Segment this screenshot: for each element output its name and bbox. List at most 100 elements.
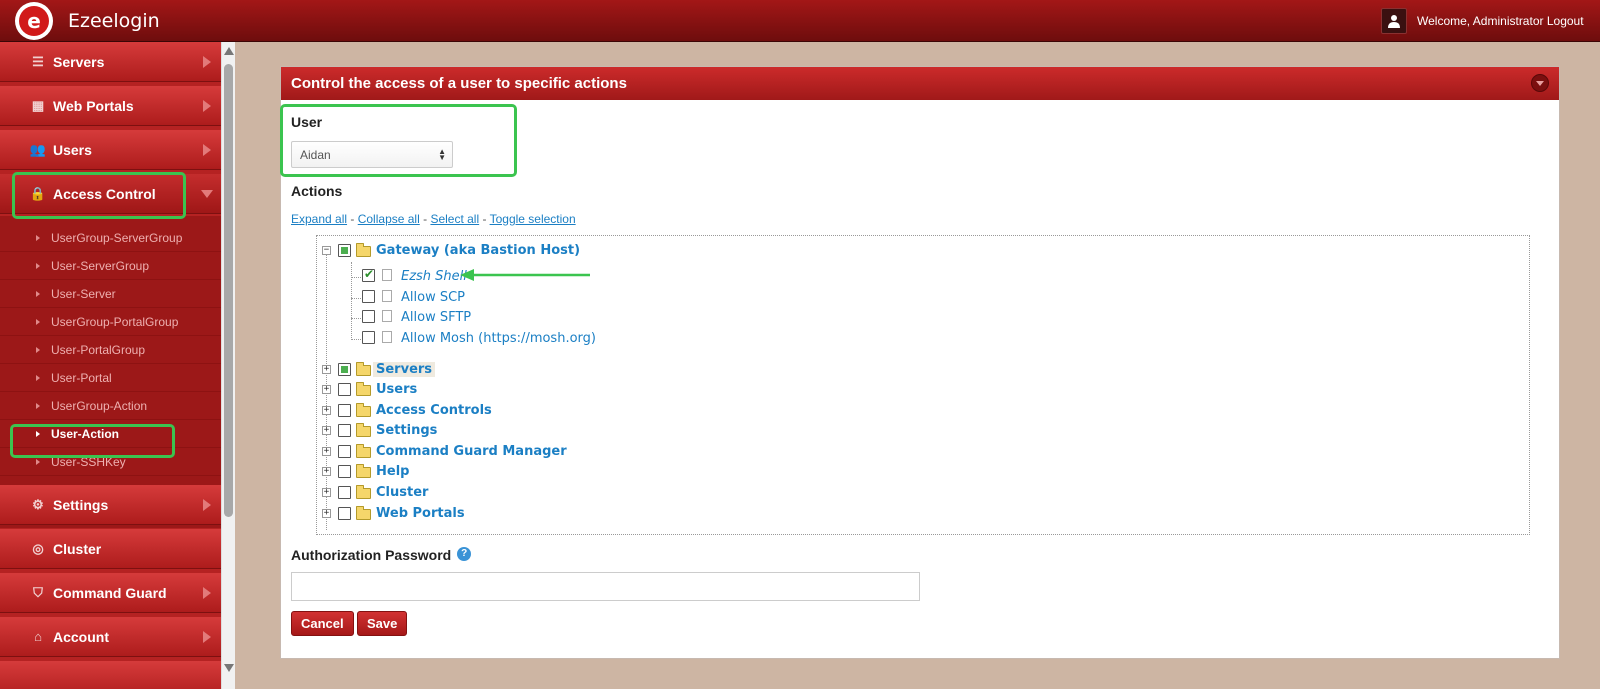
collapse-all-link[interactable]: Collapse all bbox=[358, 212, 420, 226]
submenu-item[interactable]: User-PortalGroup bbox=[0, 336, 221, 364]
tree-node-access-controls[interactable]: + Access Controls bbox=[317, 401, 717, 421]
authorization-password-label: Authorization Password ? bbox=[291, 547, 472, 563]
cluster-checkbox[interactable] bbox=[338, 486, 351, 499]
tree-node-gateway[interactable]: − Gateway (aka Bastion Host) bbox=[317, 241, 717, 261]
sidebar-item-access-control[interactable]: 🔒 Access Control bbox=[0, 174, 221, 214]
submenu-label: User-Server bbox=[51, 286, 116, 301]
submenu-label: User-Action bbox=[51, 426, 120, 441]
ezsh-shell-checkbox[interactable] bbox=[362, 267, 375, 282]
user-select-value: Aidan bbox=[300, 148, 331, 162]
tree-node-settings[interactable]: + Settings bbox=[317, 421, 717, 441]
annotation-arrow-icon bbox=[460, 269, 590, 281]
submenu-item-user-action[interactable]: User-Action bbox=[0, 420, 221, 448]
tree-node-label[interactable]: Servers bbox=[373, 362, 436, 377]
tree-node-label[interactable]: Ezsh Shell bbox=[401, 269, 467, 284]
shield-icon: ⛉ bbox=[33, 584, 43, 600]
help-checkbox[interactable] bbox=[338, 465, 351, 478]
tree-node-help[interactable]: + Help bbox=[317, 462, 717, 482]
expand-node-icon[interactable]: + bbox=[322, 426, 331, 435]
tree-node-web-portals[interactable]: + Web Portals bbox=[317, 504, 717, 524]
user-select[interactable]: Aidan ▲ ▼ bbox=[291, 141, 453, 168]
user-avatar-icon[interactable] bbox=[1381, 8, 1407, 34]
sidebar-item-label: Settings bbox=[53, 496, 109, 513]
chevron-right-icon bbox=[203, 498, 211, 511]
tree-node-label[interactable]: Command Guard Manager bbox=[376, 444, 567, 459]
access-controls-checkbox[interactable] bbox=[338, 404, 351, 417]
submenu-item[interactable]: User-SSHKey bbox=[0, 448, 221, 476]
tree-node-allow-scp[interactable]: Allow SCP bbox=[317, 287, 717, 307]
tree-node-label[interactable]: Access Controls bbox=[376, 403, 492, 418]
sidebar-item-servers[interactable]: ☰ Servers bbox=[0, 42, 221, 82]
toggle-selection-link[interactable]: Toggle selection bbox=[490, 212, 576, 226]
save-button[interactable]: Save bbox=[357, 611, 408, 636]
submenu-label: UserGroup-Action bbox=[51, 398, 148, 413]
tree-node-allow-sftp[interactable]: Allow SFTP bbox=[317, 307, 717, 327]
tree-node-label[interactable]: Allow Mosh (https://mosh.org) bbox=[401, 331, 596, 346]
submenu-item[interactable]: User-Portal bbox=[0, 364, 221, 392]
sidebar-item-label: Command Guard bbox=[53, 584, 167, 601]
sidebar-item-cluster[interactable]: ◎ Cluster bbox=[0, 529, 221, 569]
file-icon bbox=[382, 331, 392, 343]
sidebar: ☰ Servers ▦ Web Portals 👥 Users 🔒 Access… bbox=[0, 42, 221, 689]
tree-node-users[interactable]: + Users bbox=[317, 380, 717, 400]
expand-node-icon[interactable]: + bbox=[322, 467, 331, 476]
collapse-panel-icon[interactable] bbox=[1531, 74, 1549, 92]
sidebar-item-account[interactable]: ⌂ Account bbox=[0, 617, 221, 657]
sidebar-item-settings[interactable]: ⚙ Settings bbox=[0, 485, 221, 525]
scroll-thumb[interactable] bbox=[224, 64, 233, 517]
tree-node-label[interactable]: Help bbox=[376, 464, 409, 479]
cancel-button[interactable]: Cancel bbox=[291, 611, 354, 636]
tree-node-label[interactable]: Gateway (aka Bastion Host) bbox=[376, 243, 580, 258]
expand-node-icon[interactable]: + bbox=[322, 385, 331, 394]
submenu-item[interactable]: User-Server bbox=[0, 280, 221, 308]
command-guard-manager-checkbox[interactable] bbox=[338, 445, 351, 458]
app-title: Ezeelogin bbox=[68, 10, 160, 32]
authorization-password-input[interactable] bbox=[291, 572, 920, 601]
panel-header: Control the access of a user to specific… bbox=[281, 67, 1559, 100]
allow-scp-checkbox[interactable] bbox=[362, 290, 375, 303]
app-logo[interactable]: e bbox=[15, 2, 53, 40]
sidebar-item-web-portals[interactable]: ▦ Web Portals bbox=[0, 86, 221, 126]
submenu-item[interactable]: UserGroup-Action bbox=[0, 392, 221, 420]
expand-node-icon[interactable]: + bbox=[322, 488, 331, 497]
help-icon[interactable]: ? bbox=[457, 547, 472, 561]
folder-icon bbox=[356, 506, 371, 520]
allow-mosh-checkbox[interactable] bbox=[362, 331, 375, 344]
auth-label-text: Authorization Password bbox=[291, 547, 452, 563]
sidebar-scrollbar[interactable] bbox=[221, 42, 235, 689]
select-all-link[interactable]: Select all bbox=[430, 212, 479, 226]
tree-node-label[interactable]: Users bbox=[376, 382, 417, 397]
tree-node-label[interactable]: Web Portals bbox=[376, 506, 465, 521]
expand-node-icon[interactable]: + bbox=[322, 509, 331, 518]
sidebar-item-users[interactable]: 👥 Users bbox=[0, 130, 221, 170]
scroll-up-icon[interactable] bbox=[224, 47, 234, 55]
servers-checkbox[interactable] bbox=[338, 363, 351, 376]
web-portals-checkbox[interactable] bbox=[338, 507, 351, 520]
sidebar-item-label: Users bbox=[53, 141, 92, 158]
expand-all-link[interactable]: Expand all bbox=[291, 212, 347, 226]
sidebar-item-command-guard[interactable]: ⛉ Command Guard bbox=[0, 573, 221, 613]
tree-node-allow-mosh[interactable]: Allow Mosh (https://mosh.org) bbox=[317, 328, 717, 348]
tree-node-label[interactable]: Allow SFTP bbox=[401, 310, 471, 325]
tree-node-servers[interactable]: + Servers bbox=[317, 360, 717, 380]
submenu-item[interactable]: User-ServerGroup bbox=[0, 252, 221, 280]
scroll-down-icon[interactable] bbox=[224, 664, 234, 672]
expand-node-icon[interactable]: + bbox=[322, 365, 331, 374]
submenu-label: UserGroup-PortalGroup bbox=[51, 314, 179, 329]
tree-node-label[interactable]: Cluster bbox=[376, 485, 428, 500]
tree-node-cluster[interactable]: + Cluster bbox=[317, 483, 717, 503]
gateway-checkbox[interactable] bbox=[338, 244, 351, 257]
submenu-item[interactable]: UserGroup-ServerGroup bbox=[0, 224, 221, 252]
expand-node-icon[interactable]: + bbox=[322, 406, 331, 415]
users-checkbox[interactable] bbox=[338, 383, 351, 396]
expand-node-icon[interactable]: + bbox=[322, 447, 331, 456]
collapse-node-icon[interactable]: − bbox=[322, 246, 331, 255]
tree-node-command-guard-manager[interactable]: + Command Guard Manager bbox=[317, 442, 717, 462]
allow-sftp-checkbox[interactable] bbox=[362, 310, 375, 323]
sidebar-item-more[interactable] bbox=[0, 661, 221, 689]
logout-link[interactable]: Logout bbox=[1547, 14, 1584, 28]
tree-node-label[interactable]: Allow SCP bbox=[401, 290, 465, 305]
settings-checkbox[interactable] bbox=[338, 424, 351, 437]
submenu-item[interactable]: UserGroup-PortalGroup bbox=[0, 308, 221, 336]
tree-node-label[interactable]: Settings bbox=[376, 423, 437, 438]
